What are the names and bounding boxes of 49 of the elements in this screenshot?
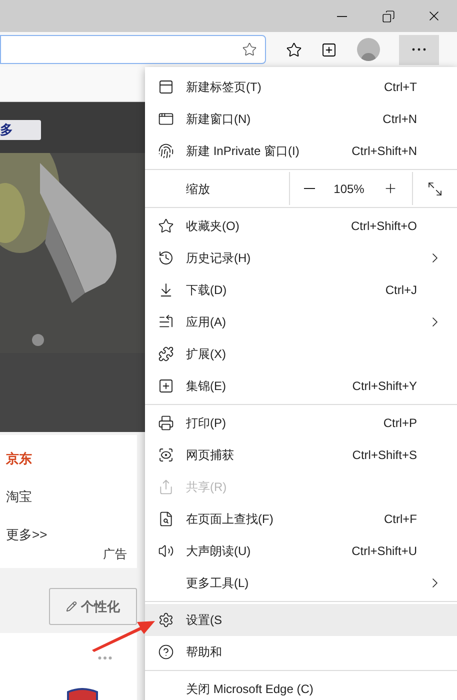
share-icon: [158, 479, 174, 495]
menu-item[interactable]: 新建标签页(T) Ctrl+T: [145, 71, 457, 103]
minus-icon: [304, 188, 315, 189]
printer-icon: [158, 415, 174, 431]
menu-item[interactable]: 设置(S: [145, 604, 457, 636]
menu-item[interactable]: 集锦(E) Ctrl+Shift+Y: [145, 370, 457, 402]
window-icon: [158, 111, 174, 127]
banner-button[interactable]: 多: [0, 120, 41, 140]
add-favorite-icon[interactable]: [242, 42, 257, 57]
menu-item[interactable]: 扩展(X): [145, 338, 457, 370]
profile-avatar[interactable]: [356, 38, 380, 61]
site-link[interactable]: 更多>>: [6, 527, 48, 543]
menu-item[interactable]: 关闭 Microsoft Edge (C): [145, 673, 457, 700]
menu-item[interactable]: 历史记录(H): [145, 242, 457, 274]
menu-item[interactable]: 网页捕获 Ctrl+Shift+S: [145, 439, 457, 471]
menu-item[interactable]: 大声朗读(U) Ctrl+Shift+U: [145, 535, 457, 567]
collections-icon[interactable]: [321, 42, 338, 58]
menu-item[interactable]: 新建 InPrivate 窗口(I) Ctrl+Shift+N: [145, 135, 457, 167]
history-icon: [158, 250, 174, 266]
menu-item[interactable]: 更多工具(L): [145, 567, 457, 599]
star-list-icon: [158, 218, 174, 234]
ad-label: 广告: [103, 546, 127, 563]
menu-item[interactable]: 应用(A): [145, 306, 457, 338]
address-field[interactable]: [0, 35, 266, 64]
menu-item[interactable]: 新建窗口(N) Ctrl+N: [145, 103, 457, 135]
menu-item[interactable]: 下载(D) Ctrl+J: [145, 274, 457, 306]
collections-icon: [158, 378, 174, 394]
settings-icon: [158, 612, 174, 628]
find-page-icon: [158, 511, 174, 527]
menu-item[interactable]: 帮助和: [145, 636, 457, 668]
pencil-icon: [66, 601, 77, 612]
menu-item[interactable]: 收藏夹(O) Ctrl+Shift+O: [145, 210, 457, 242]
capture-icon: [158, 447, 174, 463]
customize-button[interactable]: 个性化: [49, 588, 137, 625]
menu-item[interactable]: 打印(P) Ctrl+P: [145, 407, 457, 439]
zoom-value: 105%: [334, 180, 364, 198]
more-icon: [412, 48, 426, 51]
restore-icon: [382, 10, 394, 22]
help-icon: [158, 644, 174, 660]
tab-icon: [158, 79, 174, 95]
expand-icon: [427, 180, 443, 196]
site-link[interactable]: 淘宝: [6, 489, 32, 505]
favorites-icon[interactable]: [286, 42, 302, 58]
read-aloud-icon: [158, 543, 174, 559]
zoom-label: 缩放: [185, 180, 211, 198]
menu-item[interactable]: 在页面上查找(F) Ctrl+F: [145, 503, 457, 535]
puzzle-icon: [158, 346, 174, 362]
download-icon: [158, 282, 174, 298]
site-link[interactable]: 京东: [6, 451, 32, 467]
